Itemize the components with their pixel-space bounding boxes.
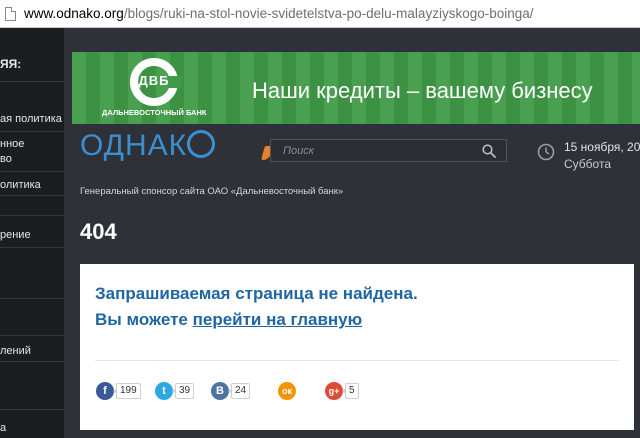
site-logo[interactable]: ОДНАК bbox=[80, 128, 273, 164]
current-weekday: Суббота bbox=[564, 157, 611, 171]
sponsor-text: Генеральный спонсор сайта ОАО «Дальневос… bbox=[80, 186, 344, 197]
vkontakte-share-count: 24 bbox=[227, 383, 251, 399]
search-box bbox=[270, 139, 507, 162]
page-document-icon bbox=[5, 7, 16, 21]
odnoklassniki-icon: ок bbox=[278, 382, 296, 400]
go-home-prefix: Вы можете bbox=[95, 310, 193, 329]
sidebar-divider bbox=[0, 81, 64, 82]
page-title: 404 bbox=[80, 219, 117, 244]
sidebar-item-main-line1[interactable]: нное bbox=[0, 137, 64, 151]
go-home-link[interactable]: перейти на главную bbox=[193, 310, 363, 329]
sidebar-item-view[interactable]: рение bbox=[0, 228, 64, 242]
twitter-icon: t bbox=[155, 382, 173, 400]
browser-address-bar[interactable]: www.odnako.org/blogs/ruki-na-stol-novie-… bbox=[0, 0, 640, 28]
current-date: 15 ноября, 20 bbox=[564, 140, 640, 154]
error-message-box: Запрашиваемая страница не найдена. Вы мо… bbox=[80, 264, 634, 430]
sidebar-heading: ЯЯ: bbox=[0, 57, 22, 71]
sidebar-item-main-line2[interactable]: во bbox=[0, 152, 64, 166]
sidebar-divider bbox=[0, 298, 64, 299]
sidebar: ЯЯ: ая политика нное во олитика рение ле… bbox=[0, 28, 64, 438]
not-found-message: Запрашиваемая страница не найдена. bbox=[95, 284, 418, 303]
search-icon[interactable] bbox=[482, 144, 496, 158]
go-home-message: Вы можете перейти на главную bbox=[95, 310, 362, 330]
bank-ad-banner[interactable]: ДВБ ДАЛЬНЕВОСТОЧНЫЙ БАНК Наши кредиты – … bbox=[72, 52, 640, 124]
url-path: /blogs/ruki-na-stol-novie-svidetelstva-p… bbox=[123, 6, 534, 21]
sidebar-divider bbox=[0, 131, 64, 132]
facebook-icon: f bbox=[96, 382, 114, 400]
search-input[interactable] bbox=[271, 140, 471, 161]
logo-o-icon bbox=[187, 130, 216, 158]
sidebar-item-policy[interactable]: олитика bbox=[0, 178, 64, 192]
content-divider bbox=[95, 360, 619, 361]
url-host: www.odnako.org bbox=[24, 6, 124, 21]
bank-name: ДАЛЬНЕВОСТОЧНЫЙ БАНК bbox=[102, 108, 207, 117]
sidebar-item-opinions[interactable]: лений bbox=[0, 344, 64, 358]
url-text[interactable]: www.odnako.org/blogs/ruki-na-stol-novie-… bbox=[24, 6, 534, 21]
twitter-share-count: 39 bbox=[171, 383, 195, 399]
clock-icon bbox=[537, 143, 555, 161]
googleplus-share-count: 5 bbox=[342, 383, 359, 399]
sidebar-divider bbox=[0, 247, 64, 248]
page-bottom-edge bbox=[80, 430, 634, 438]
facebook-share-count: 199 bbox=[113, 383, 141, 399]
sidebar-divider bbox=[0, 215, 64, 216]
googleplus-icon: g+ bbox=[325, 382, 343, 400]
vkontakte-icon: В bbox=[211, 382, 229, 400]
sidebar-divider bbox=[0, 171, 64, 172]
sidebar-divider bbox=[0, 195, 64, 196]
site-logo-text: ОДНАК bbox=[80, 129, 188, 162]
sidebar-item-politics[interactable]: ая политика bbox=[0, 112, 64, 126]
sidebar-divider bbox=[0, 335, 64, 336]
banner-slogan: Наши кредиты – вашему бизнесу bbox=[252, 78, 593, 103]
sidebar-divider bbox=[0, 409, 64, 410]
sidebar-item-last[interactable]: а bbox=[0, 421, 64, 435]
sidebar-divider bbox=[0, 361, 64, 362]
bank-logo-abbr: ДВБ bbox=[138, 73, 170, 88]
